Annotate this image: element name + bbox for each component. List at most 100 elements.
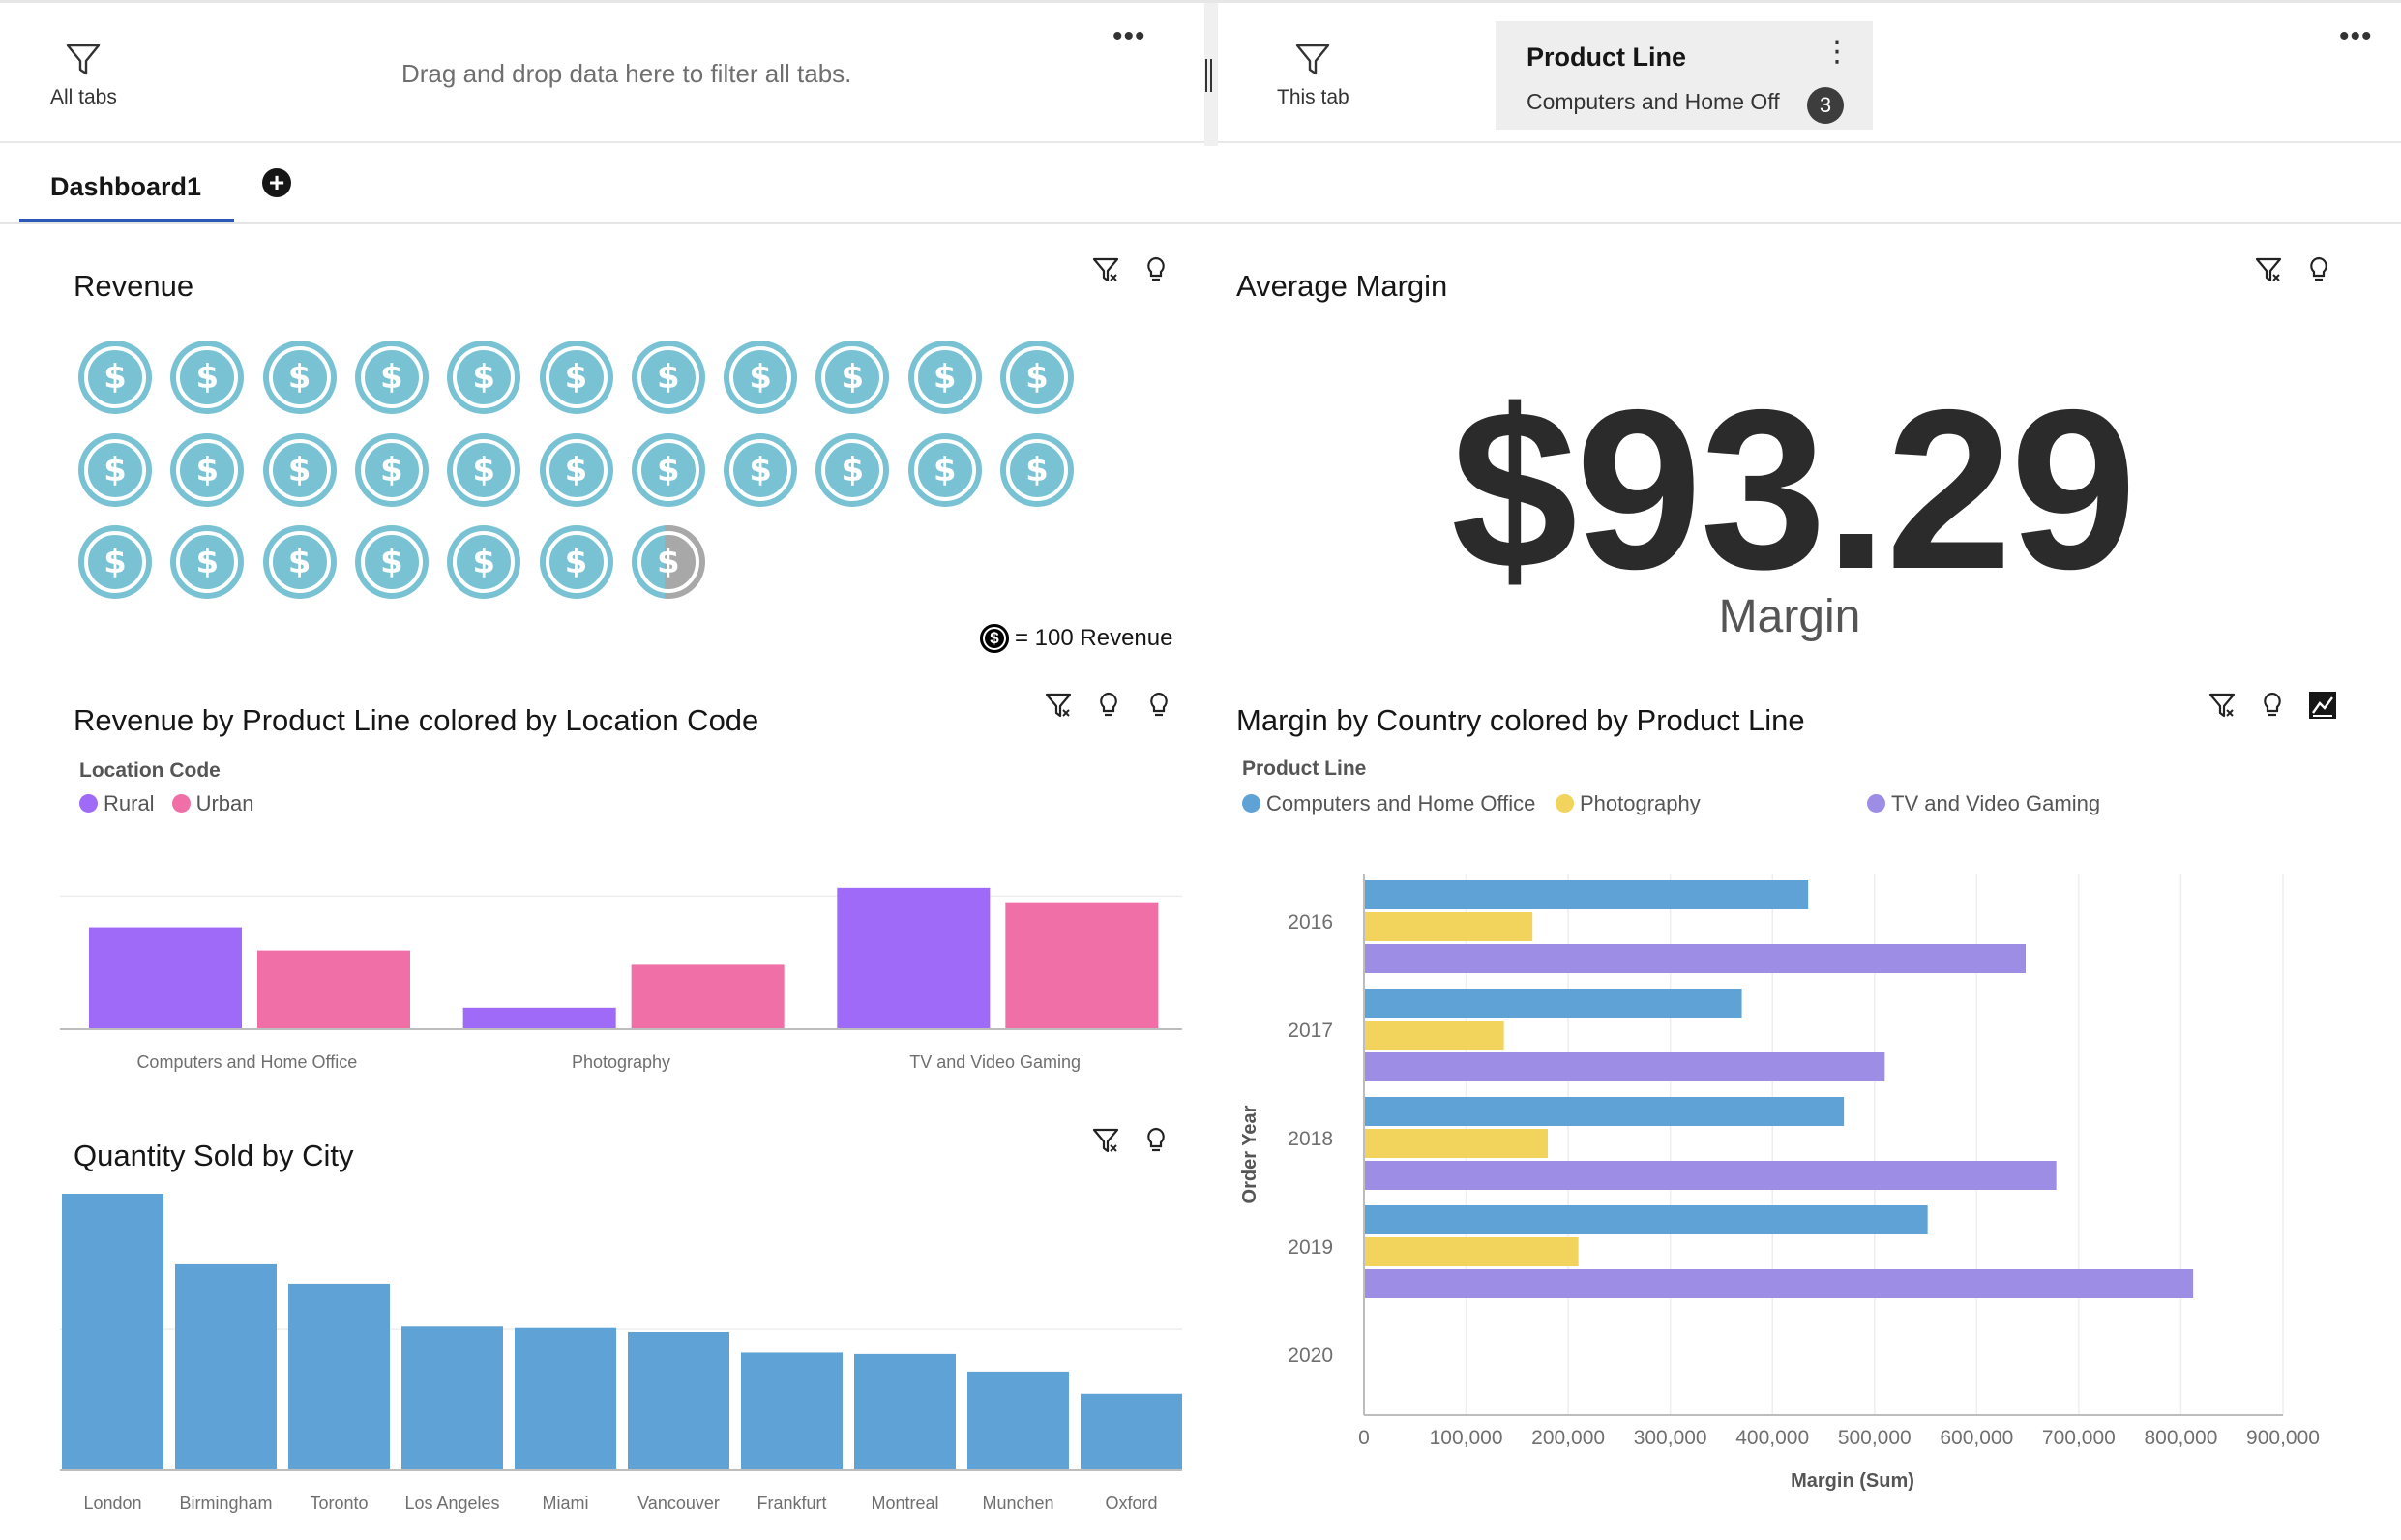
dollar-coin-icon[interactable]: $ <box>78 341 152 414</box>
dollar-sign: $ <box>1006 346 1068 408</box>
legend-label: Urban <box>195 791 254 815</box>
all-tabs-filter[interactable]: All tabs <box>50 42 117 109</box>
filter-icon[interactable] <box>2254 255 2283 284</box>
dollar-coin-icon[interactable]: $ <box>170 432 245 507</box>
rev-by-product-tools <box>1044 691 1173 720</box>
dollar-coin-icon[interactable]: $ <box>262 341 337 414</box>
funnel-icon <box>1296 44 1330 75</box>
y-tick-label: 2017 <box>1288 1020 1333 1042</box>
filter-icon[interactable] <box>1044 691 1073 720</box>
legend-swatch <box>79 794 98 813</box>
bar <box>1081 1393 1182 1470</box>
bar <box>628 1332 729 1470</box>
dollar-sign: $ <box>84 438 146 501</box>
rev-by-product-title: Revenue by Product Line colored by Locat… <box>74 703 759 737</box>
chip-menu-icon[interactable]: ⋮ <box>1823 35 1852 69</box>
this-tab-filter[interactable]: This tab <box>1277 42 1349 109</box>
dollar-coin-icon[interactable]: $ <box>631 525 705 599</box>
dollar-coin-icon[interactable]: $ <box>724 432 798 507</box>
dollar-coin-icon[interactable]: $ <box>907 341 982 414</box>
dollar-sign: $ <box>453 531 516 593</box>
x-tick-label: Munchen <box>982 1494 1053 1513</box>
legend-item-computers[interactable]: Computers and Home Office <box>1242 791 1535 816</box>
dollar-coin-icon[interactable]: $ <box>539 525 613 599</box>
x-tick-label: Los Angeles <box>404 1494 499 1513</box>
dollar-coin-icon[interactable]: $ <box>262 432 337 507</box>
lightbulb-icon[interactable] <box>1141 255 1171 284</box>
this-tab-menu-icon[interactable]: ••• <box>2339 22 2373 51</box>
dollar-coin-icon[interactable]: $ <box>815 341 890 414</box>
x-tick-label: TV and Video Gaming <box>909 1052 1081 1072</box>
bar <box>288 1283 390 1470</box>
add-tab-icon[interactable]: + <box>262 168 291 197</box>
tab-dashboard1[interactable]: Dashboard1 <box>50 172 201 202</box>
lightbulb-icon[interactable] <box>1141 1126 1171 1155</box>
x-tick-label: 400,000 <box>1735 1427 1809 1449</box>
pictograph-legend-text: = 100 Revenue <box>1015 625 1173 651</box>
lightbulb-icon[interactable] <box>1144 691 1173 720</box>
dollar-coin-icon[interactable]: $ <box>631 432 705 507</box>
all-tabs-menu-icon[interactable]: ••• <box>1112 22 1146 51</box>
trend-chart-icon[interactable] <box>2308 691 2337 720</box>
dollar-coin-icon[interactable]: $ <box>354 525 429 599</box>
dollar-coin-icon[interactable]: $ <box>262 525 337 599</box>
dollar-coin-icon[interactable]: $ <box>539 341 613 414</box>
product-line-legend: Computers and Home Office Photography TV… <box>1242 791 2209 820</box>
average-margin-value: $93.29 <box>1451 362 2137 616</box>
drop-zone-hint[interactable]: Drag and drop data here to filter all ta… <box>401 59 851 89</box>
dollar-coin-icon[interactable]: $ <box>1000 341 1074 414</box>
dollar-coin-icon[interactable]: $ <box>631 341 705 414</box>
legend-item-rural[interactable]: Rural <box>79 791 155 816</box>
lightbulb-icon[interactable] <box>1094 691 1123 720</box>
x-tick-label: 100,000 <box>1430 1427 1503 1449</box>
x-tick-label: Computers and Home Office <box>136 1052 357 1072</box>
filter-chip-title: Product Line <box>1527 43 1687 72</box>
legend-item-urban[interactable]: Urban <box>171 791 254 816</box>
lightbulb-icon[interactable] <box>2258 691 2287 720</box>
x-tick-label: Oxford <box>1105 1494 1157 1513</box>
legend-label: TV and Video Gaming <box>1891 791 2101 815</box>
legend-item-tv-gaming[interactable]: TV and Video Gaming <box>1867 791 2100 816</box>
x-axis-title: Margin (Sum) <box>1791 1470 1914 1492</box>
dollar-coin-icon[interactable]: $ <box>447 341 521 414</box>
lightbulb-icon[interactable] <box>2304 255 2333 284</box>
dollar-coin-icon[interactable]: $ <box>1000 432 1074 507</box>
bar <box>837 887 991 1029</box>
bar <box>1364 1237 1579 1266</box>
product-line-filter-chip[interactable]: Product Line Computers and Home Off 3 ⋮ <box>1496 21 1873 130</box>
dollar-coin-icon[interactable]: $ <box>447 432 521 507</box>
dollar-coin-icon[interactable]: $ <box>78 525 152 599</box>
filter-icon[interactable] <box>1091 255 1120 284</box>
filter-icon[interactable] <box>1091 1126 1120 1155</box>
splitter-grip-icon[interactable] <box>1205 59 1212 92</box>
dollar-coin-icon[interactable]: $ <box>724 341 798 414</box>
x-tick-label: Miami <box>543 1494 589 1513</box>
dollar-coin-icon[interactable]: $ <box>354 432 429 507</box>
dollar-sign: $ <box>913 346 976 408</box>
bar <box>62 1194 163 1470</box>
tab-bar <box>0 145 2401 224</box>
filter-bar: All tabs Drag and drop data here to filt… <box>0 0 2401 146</box>
dollar-sign: $ <box>84 346 146 408</box>
bar <box>175 1263 277 1470</box>
dollar-coin-icon[interactable]: $ <box>354 341 429 414</box>
product-line-legend-title: Product Line <box>1242 757 1367 780</box>
filter-icon[interactable] <box>2208 691 2237 720</box>
dollar-coin-icon[interactable]: $ <box>78 432 152 507</box>
dollar-coin-icon[interactable]: $ <box>539 432 613 507</box>
x-tick-label: Frankfurt <box>756 1494 826 1513</box>
legend-swatch <box>171 794 191 813</box>
dollar-sign: $ <box>268 438 331 501</box>
dollar-coin-icon[interactable]: $ <box>447 525 521 599</box>
dollar-sign: $ <box>176 438 239 501</box>
coin-legend-icon: $ <box>980 624 1009 653</box>
legend-swatch <box>1556 794 1574 813</box>
dollar-coin-icon[interactable]: $ <box>170 525 245 599</box>
dollar-coin-icon[interactable]: $ <box>170 341 245 414</box>
revenue-card-tools <box>1091 255 1171 284</box>
dollar-coin-icon[interactable]: $ <box>815 432 890 507</box>
dollar-coin-icon[interactable]: $ <box>907 432 982 507</box>
margin-by-country-chart: 0 100,000 200,000 300,000 400,000 500,000 600,… <box>1239 874 2320 1492</box>
dollar-sign: $ <box>360 531 423 593</box>
legend-item-photography[interactable]: Photography <box>1556 791 1701 816</box>
